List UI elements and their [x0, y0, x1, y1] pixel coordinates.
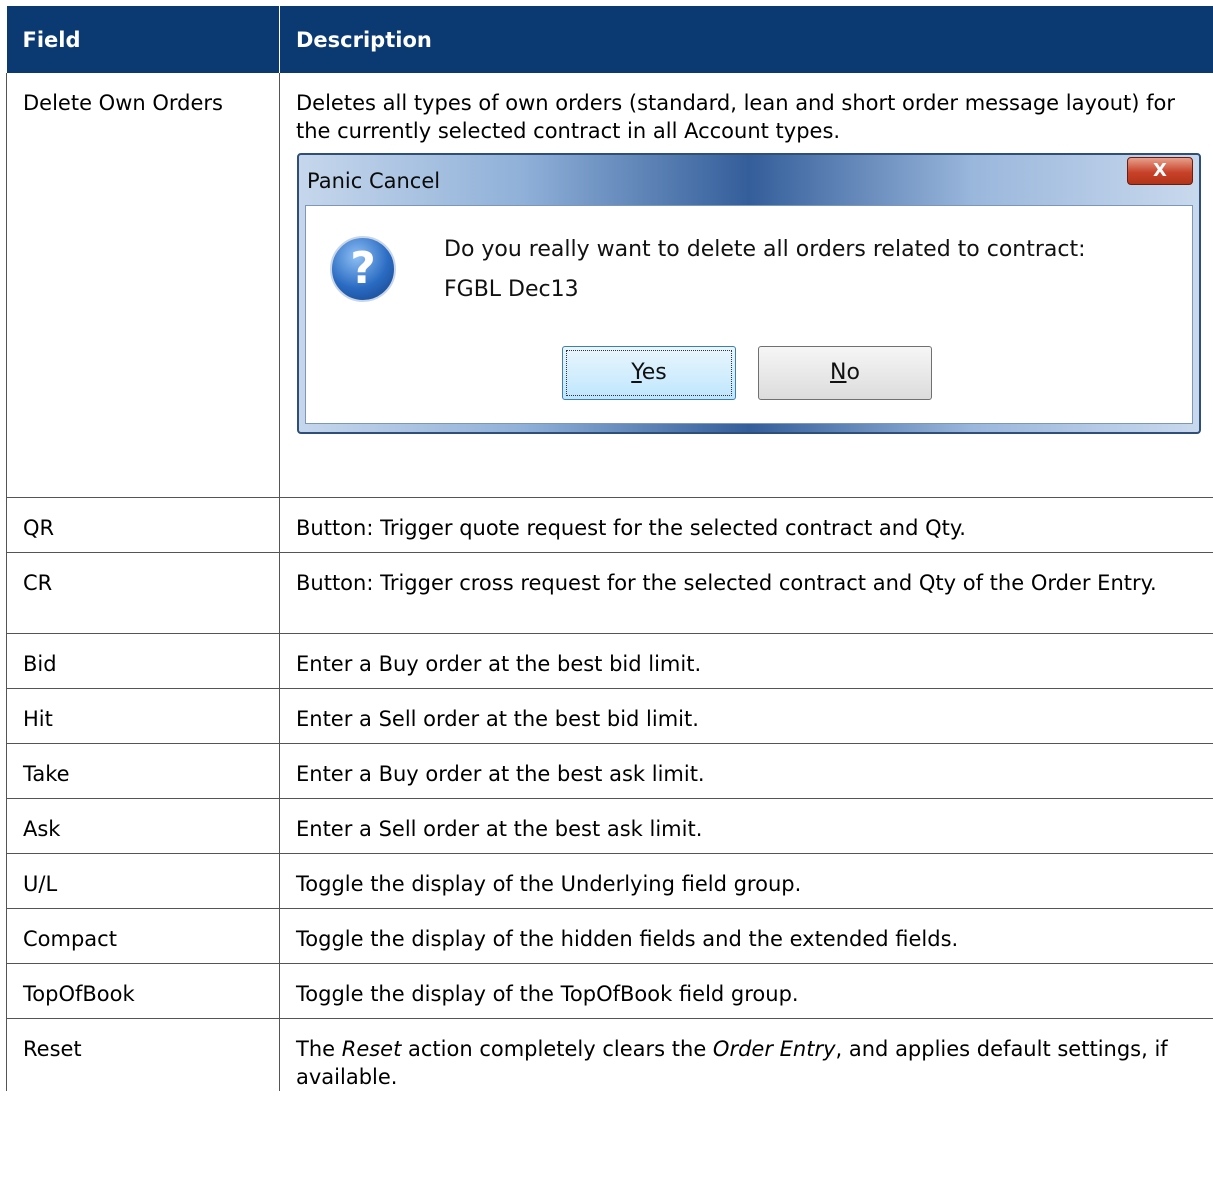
- dialog-message-line1: Do you really want to delete all orders …: [444, 237, 1086, 262]
- field-cell: TopOfBook: [6, 963, 280, 1019]
- table-header-row: Field Description: [6, 6, 1213, 73]
- field-cell: Compact: [6, 908, 280, 964]
- emphasis-reset: Reset: [341, 1036, 402, 1061]
- description-cell: Toggle the display of the hidden fields …: [279, 908, 1213, 964]
- field-description-table: Field Description Delete Own Orders Dele…: [6, 6, 1213, 1091]
- description-cell: Toggle the display of the Underlying fie…: [279, 853, 1213, 909]
- dialog-body: ? Do you really want to delete all order…: [305, 205, 1193, 424]
- table-row: U/L Toggle the display of the Underlying…: [6, 853, 1213, 909]
- field-cell: Delete Own Orders: [6, 73, 280, 498]
- field-cell: Take: [6, 743, 280, 799]
- no-button: No: [758, 346, 932, 400]
- description-cell: The Reset action completely clears the O…: [279, 1018, 1213, 1091]
- description-cell: Enter a Buy order at the best ask limit.: [279, 743, 1213, 799]
- header-field: Field: [6, 6, 280, 73]
- description-cell: Deletes all types of own orders (standar…: [279, 73, 1213, 498]
- table-row: CR Button: Trigger cross request for the…: [6, 552, 1213, 634]
- close-icon: X: [1127, 157, 1193, 185]
- description-text: The: [296, 1036, 342, 1061]
- field-cell: U/L: [6, 853, 280, 909]
- description-cell: Enter a Sell order at the best bid limit…: [279, 688, 1213, 744]
- dialog-message: Do you really want to delete all orders …: [444, 230, 1086, 310]
- table-row: Reset The Reset action completely clears…: [6, 1018, 1213, 1091]
- field-cell: CR: [6, 552, 280, 634]
- field-cell: QR: [6, 497, 280, 553]
- description-cell: Enter a Sell order at the best ask limit…: [279, 798, 1213, 854]
- dialog-title: Panic Cancel: [307, 169, 441, 193]
- description-cell: Enter a Buy order at the best bid limit.: [279, 633, 1213, 689]
- dialog-message-line2: FGBL Dec13: [444, 277, 579, 302]
- field-cell: Ask: [6, 798, 280, 854]
- panic-cancel-dialog: Panic Cancel X ? Do you really want to d…: [297, 153, 1201, 434]
- description-cell: Button: Trigger cross request for the se…: [279, 552, 1213, 634]
- description-cell: Button: Trigger quote request for the se…: [279, 497, 1213, 553]
- table-row: Bid Enter a Buy order at the best bid li…: [6, 633, 1213, 689]
- description-cell: Toggle the display of the TopOfBook fiel…: [279, 963, 1213, 1019]
- field-cell: Bid: [6, 633, 280, 689]
- question-icon: ?: [330, 236, 396, 302]
- table-row: Compact Toggle the display of the hidden…: [6, 908, 1213, 964]
- table-row: QR Button: Trigger quote request for the…: [6, 497, 1213, 553]
- yes-mnemonic: Y: [631, 360, 642, 385]
- header-description: Description: [279, 6, 1213, 73]
- table-row: Delete Own Orders Deletes all types of o…: [6, 73, 1213, 498]
- no-mnemonic: N: [830, 360, 847, 385]
- table-row: Hit Enter a Sell order at the best bid l…: [6, 688, 1213, 744]
- yes-label: es: [641, 360, 667, 385]
- field-cell: Hit: [6, 688, 280, 744]
- no-label: o: [846, 360, 860, 385]
- table-row: Ask Enter a Sell order at the best ask l…: [6, 798, 1213, 854]
- table-row: TopOfBook Toggle the display of the TopO…: [6, 963, 1213, 1019]
- table-row: Take Enter a Buy order at the best ask l…: [6, 743, 1213, 799]
- emphasis-order-entry: Order Entry: [712, 1036, 836, 1061]
- description-text: Deletes all types of own orders (standar…: [296, 91, 1176, 143]
- yes-button: Yes: [562, 346, 736, 400]
- description-text: action completely clears the: [401, 1036, 713, 1061]
- field-cell: Reset: [6, 1018, 280, 1091]
